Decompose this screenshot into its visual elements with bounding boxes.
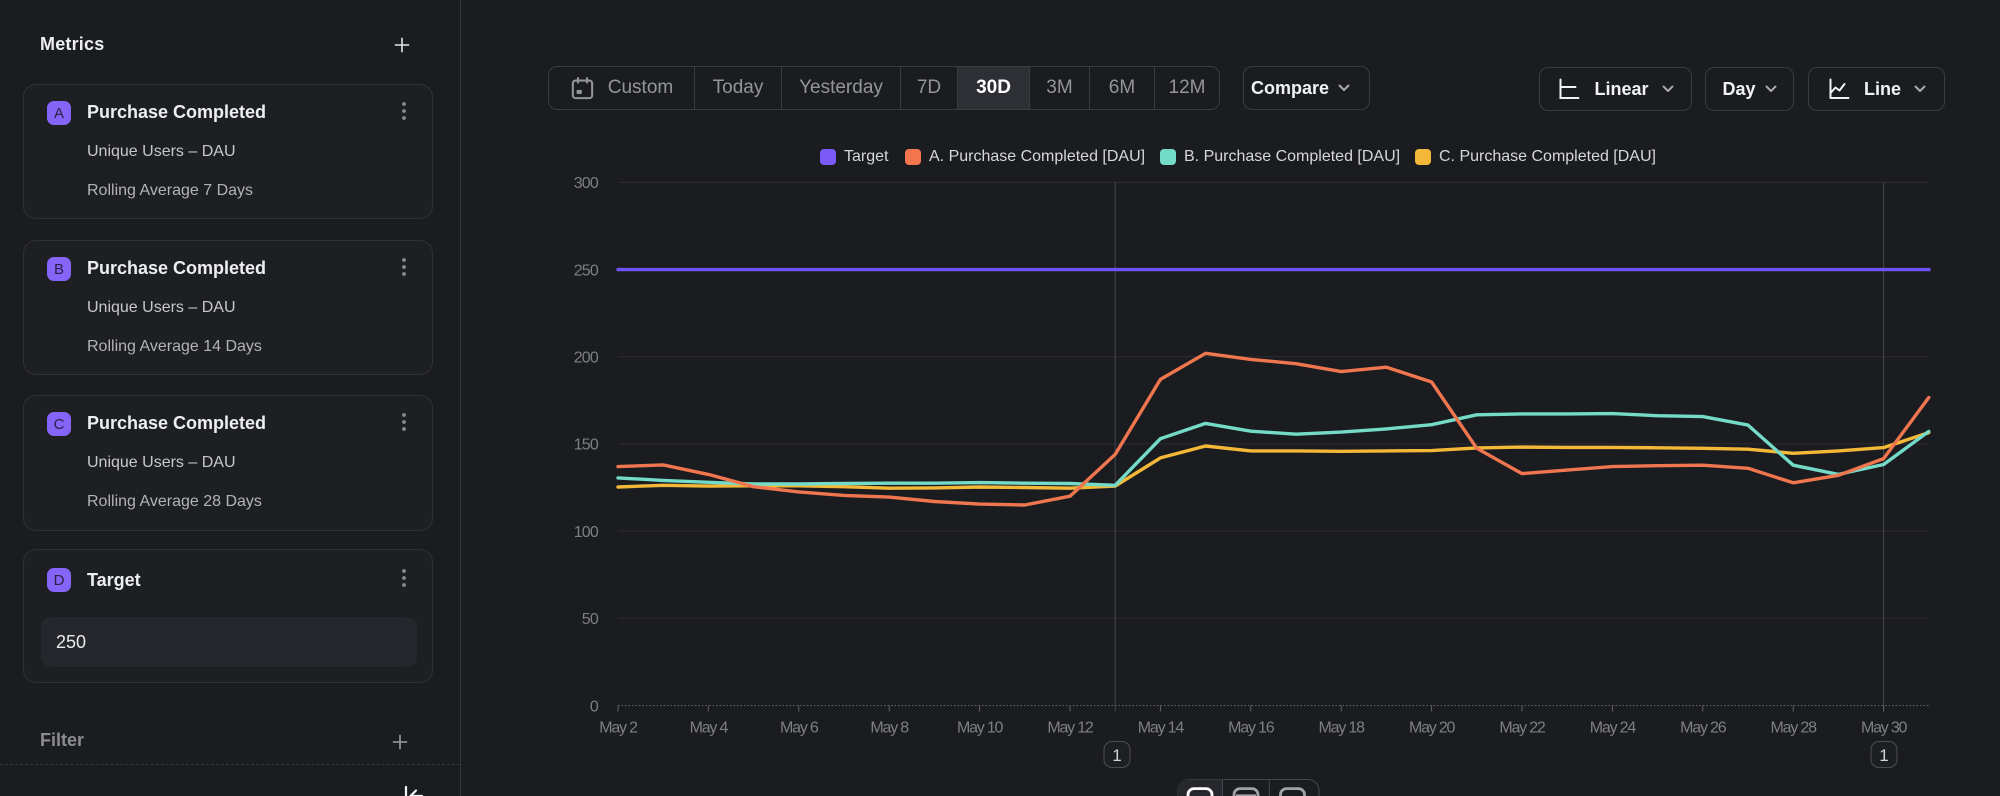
- svg-text:100: 100: [574, 524, 599, 541]
- svg-text:May 22: May 22: [1499, 720, 1546, 737]
- svg-text:0: 0: [590, 698, 599, 715]
- svg-text:1: 1: [1112, 746, 1121, 765]
- svg-text:May 6: May 6: [780, 720, 819, 737]
- svg-text:May 24: May 24: [1590, 720, 1637, 737]
- svg-text:May 30: May 30: [1861, 720, 1908, 737]
- svg-text:May 4: May 4: [690, 720, 729, 737]
- svg-text:May 2: May 2: [599, 720, 638, 737]
- svg-text:May 10: May 10: [957, 720, 1004, 737]
- svg-text:May 14: May 14: [1138, 720, 1185, 737]
- svg-text:May 18: May 18: [1319, 720, 1366, 737]
- svg-text:50: 50: [582, 611, 599, 628]
- svg-text:250: 250: [574, 262, 599, 279]
- svg-text:May 20: May 20: [1409, 720, 1456, 737]
- svg-text:May 26: May 26: [1680, 720, 1727, 737]
- svg-text:May 28: May 28: [1771, 720, 1818, 737]
- svg-text:150: 150: [574, 437, 599, 454]
- svg-text:300: 300: [574, 175, 599, 192]
- svg-text:May 16: May 16: [1228, 720, 1275, 737]
- svg-text:1: 1: [1879, 746, 1888, 765]
- svg-text:May 12: May 12: [1047, 720, 1094, 737]
- svg-text:May 8: May 8: [870, 720, 909, 737]
- svg-text:200: 200: [574, 350, 599, 367]
